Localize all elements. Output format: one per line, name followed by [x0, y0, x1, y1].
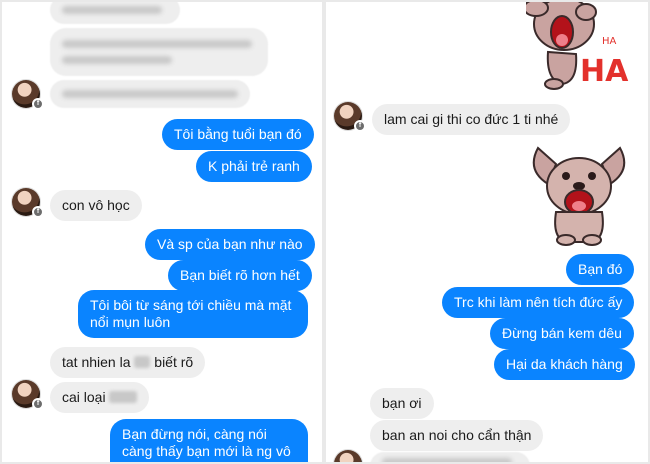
outgoing-message[interactable]: Bạn đừng nói, càng nói càng thấy bạn mới…: [110, 419, 308, 462]
dog-sticker[interactable]: [526, 140, 632, 246]
messenger-badge-icon: f: [354, 120, 366, 132]
sticker-text-small: HA: [602, 36, 617, 47]
left-chat-panel: f Tôi bằng tuổi bạn đó K phải trẻ ranh f…: [2, 2, 322, 462]
sticker-text-big: HA: [580, 54, 629, 89]
blurred-message: [50, 2, 180, 24]
messenger-badge-icon: f: [32, 206, 44, 218]
incoming-message[interactable]: ban an noi cho cẩn thận: [370, 420, 544, 451]
outgoing-message[interactable]: Bạn đó: [566, 254, 635, 285]
messenger-badge-icon: f: [32, 98, 44, 110]
incoming-message[interactable]: bạn ơi: [370, 388, 434, 419]
outgoing-message[interactable]: K phải trẻ ranh: [196, 151, 312, 182]
incoming-message[interactable]: cai loại: [50, 382, 150, 413]
messenger-badge-icon: f: [32, 398, 44, 410]
message-text: biết rõ: [154, 354, 194, 370]
censored-word: [109, 391, 138, 403]
outgoing-message[interactable]: Bạn biết rõ hơn hết: [168, 260, 312, 291]
outgoing-message[interactable]: Trc khi làm nên tích đức ấy: [442, 287, 635, 318]
outgoing-message[interactable]: Tôi bằng tuổi bạn đó: [162, 119, 314, 150]
message-text: tat nhien la: [62, 354, 131, 370]
right-chat-panel: HA HA f lam cai gi thi co đức 1 ti nhé B…: [326, 2, 648, 462]
incoming-message[interactable]: tat nhien la biết rõ: [50, 347, 206, 378]
outgoing-message[interactable]: Tôi bôi từ sáng tới chiều mà mặt nổi mụn…: [78, 290, 308, 338]
outgoing-message[interactable]: Đừng bán kem dêu: [490, 318, 634, 349]
avatar[interactable]: [334, 450, 362, 462]
incoming-message[interactable]: con vô học: [50, 190, 142, 221]
blurred-message: [370, 452, 530, 462]
incoming-message[interactable]: lam cai gi thi co đức 1 ti nhé: [372, 104, 571, 135]
censored-word: [134, 356, 151, 368]
outgoing-message[interactable]: Và sp của bạn như nào: [145, 229, 315, 260]
blurred-message: [50, 28, 268, 76]
blurred-message: [50, 80, 250, 108]
message-text: cai loại: [62, 389, 106, 405]
outgoing-message[interactable]: Hại da khách hàng: [494, 349, 635, 380]
